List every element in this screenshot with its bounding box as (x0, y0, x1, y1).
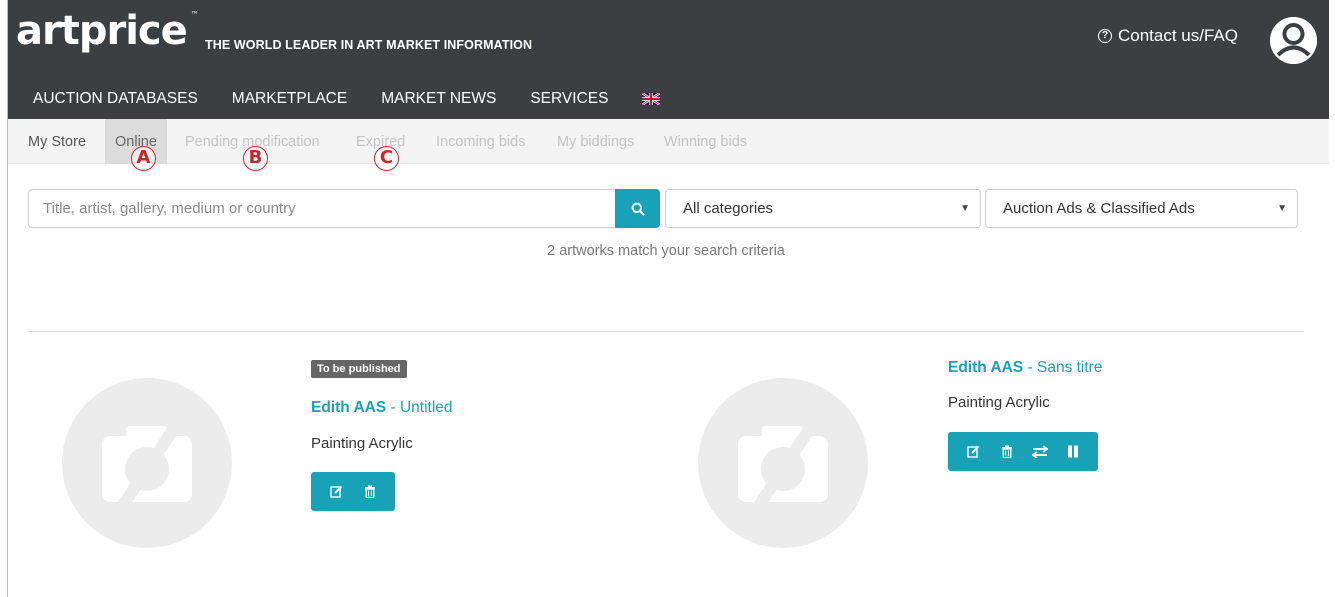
edit-button[interactable] (957, 432, 990, 471)
result-count-text: 2 artworks match your search criteria (547, 243, 785, 259)
trash-icon (1001, 445, 1012, 458)
ad-type-select[interactable]: Auction Ads & Classified Ads ▼ (985, 189, 1298, 228)
page-frame: artprice ™ THE WORLD LEADER IN ART MARKET… (7, 0, 1329, 597)
artprice-logo[interactable]: artprice ™ (16, 8, 199, 54)
exchange-icon (1031, 445, 1048, 458)
nav-services[interactable]: SERVICES (530, 90, 608, 108)
artwork-artist: Edith AAS (311, 399, 387, 416)
divider (28, 331, 1304, 332)
pause-icon (1067, 445, 1078, 458)
delete-button[interactable] (353, 472, 386, 511)
artwork-title: Sans titre (1036, 359, 1103, 376)
tab-incoming-bids[interactable]: Incoming bids (426, 119, 535, 164)
edit-icon (330, 485, 343, 498)
transfer-button[interactable] (1023, 432, 1056, 471)
ad-type-select-value: Auction Ads & Classified Ads (1003, 200, 1195, 217)
caret-down-icon: ▼ (960, 203, 970, 214)
logo-text: artprice (16, 8, 188, 54)
category-select[interactable]: All categories ▼ (665, 189, 981, 228)
main-navigation: AUCTION DATABASES MARKETPLACE MARKET NEW… (8, 78, 1329, 119)
artwork-artist: Edith AAS (948, 359, 1024, 376)
no-image-icon (62, 378, 232, 548)
marker-a: A (131, 146, 156, 171)
artwork-title-link[interactable]: Edith AAS - Sans titre (948, 359, 1102, 377)
status-badge: To be published (311, 360, 407, 378)
nav-market-news[interactable]: MARKET NEWS (381, 90, 496, 108)
contact-faq-link[interactable]: ? Contact us/FAQ (1098, 26, 1238, 46)
logo-trademark: ™ (190, 10, 199, 19)
uk-flag-icon[interactable] (642, 92, 661, 105)
tab-winning-bids[interactable]: Winning bids (654, 119, 757, 164)
nav-auction-databases[interactable]: AUCTION DATABASES (33, 90, 198, 108)
contact-label: Contact us/FAQ (1118, 26, 1238, 45)
top-header: artprice ™ THE WORLD LEADER IN ART MARKET… (8, 0, 1329, 78)
artwork-medium: Painting Acrylic (948, 394, 1050, 411)
marker-c: C (374, 146, 399, 171)
edit-button[interactable] (320, 472, 353, 511)
artwork-actions (311, 472, 395, 511)
title-separator: - (1023, 359, 1037, 376)
trash-icon (364, 485, 375, 498)
artwork-medium: Painting Acrylic (311, 435, 413, 452)
marker-b: B (243, 146, 268, 171)
pause-button[interactable] (1056, 432, 1089, 471)
delete-button[interactable] (990, 432, 1023, 471)
user-circle-icon[interactable] (1270, 17, 1317, 64)
tagline: THE WORLD LEADER IN ART MARKET INFORMATI… (205, 38, 533, 52)
question-circle-icon: ? (1098, 29, 1112, 43)
store-subnav: My Store Online Pending modification Exp… (8, 119, 1329, 171)
search-input[interactable] (28, 189, 616, 228)
search-icon (631, 202, 645, 216)
no-image-icon (698, 378, 868, 548)
tab-my-store[interactable]: My Store (18, 119, 96, 164)
search-button[interactable] (615, 189, 660, 228)
nav-marketplace[interactable]: MARKETPLACE (232, 90, 347, 108)
artwork-title-link[interactable]: Edith AAS - Untitled (311, 399, 453, 417)
edit-icon (967, 445, 980, 458)
caret-down-icon: ▼ (1277, 203, 1287, 214)
tab-my-biddings[interactable]: My biddings (547, 119, 644, 164)
artwork-title: Untitled (399, 399, 453, 416)
artwork-actions (948, 432, 1098, 471)
title-separator: - (386, 399, 400, 416)
category-select-value: All categories (683, 200, 774, 217)
